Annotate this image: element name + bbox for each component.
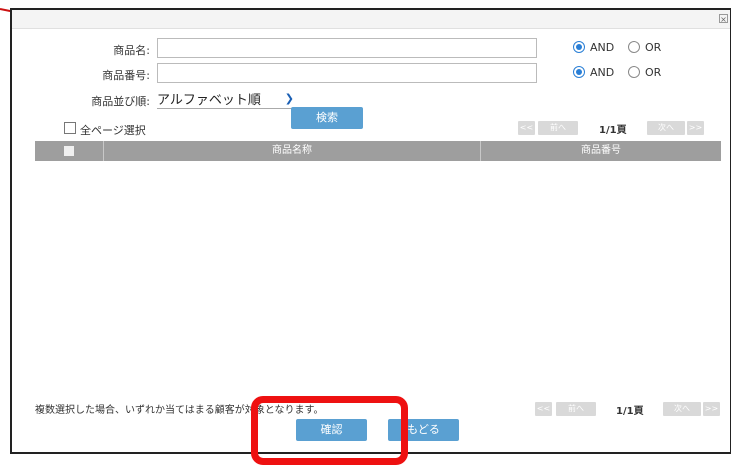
pager-top-prev-button[interactable]: 前へ <box>538 121 578 135</box>
pager-bottom-prev-button[interactable]: 前へ <box>556 402 596 416</box>
annotation-highlight-box <box>251 396 408 465</box>
product-name-and-radio[interactable] <box>573 41 585 53</box>
select-all-label: 全ページ選択 <box>80 124 146 137</box>
product-number-or-label: OR <box>645 66 662 79</box>
pager-top-next-button[interactable]: 次へ <box>647 121 685 135</box>
pager-top-first-button[interactable]: << <box>518 121 535 135</box>
search-button[interactable]: 検索 <box>291 107 363 129</box>
product-name-or-label: OR <box>645 41 662 54</box>
pager-bottom-last-button[interactable]: >> <box>703 402 720 416</box>
sort-order-select[interactable]: アルファベット順 ❯ <box>157 89 298 109</box>
pager-top-last-button[interactable]: >> <box>687 121 704 135</box>
product-number-and-radio[interactable] <box>573 66 585 78</box>
header-checkbox-cell <box>35 141 104 161</box>
chevron-down-icon: ❯ <box>284 92 294 105</box>
header-select-checkbox[interactable] <box>64 146 74 156</box>
pager-bottom-page-indicator: 1/1頁 <box>616 406 644 417</box>
results-table-header: 商品名称 商品番号 <box>35 141 721 161</box>
product-name-label: 商品名: <box>113 44 150 57</box>
product-number-input[interactable] <box>157 63 537 83</box>
product-name-or-radio[interactable] <box>628 41 640 53</box>
product-number-and-label: AND <box>590 66 615 79</box>
close-icon[interactable]: × <box>719 14 728 24</box>
sort-order-label: 商品並び順: <box>91 95 150 108</box>
column-header-product-name[interactable]: 商品名称 <box>104 141 481 161</box>
pager-bottom-first-button[interactable]: << <box>535 402 552 416</box>
results-table-body <box>35 161 721 391</box>
pager-top-page-indicator: 1/1頁 <box>599 125 627 136</box>
product-number-or-radio[interactable] <box>628 66 640 78</box>
product-name-input[interactable] <box>157 38 537 58</box>
sort-order-value: アルファベット順 <box>157 93 261 108</box>
dialog-titlebar: × <box>12 10 730 29</box>
column-header-product-number[interactable]: 商品番号 <box>481 141 721 161</box>
pager-bottom-next-button[interactable]: 次へ <box>663 402 701 416</box>
product-name-and-label: AND <box>590 41 615 54</box>
select-all-checkbox[interactable] <box>64 122 76 134</box>
product-number-label: 商品番号: <box>102 69 150 82</box>
